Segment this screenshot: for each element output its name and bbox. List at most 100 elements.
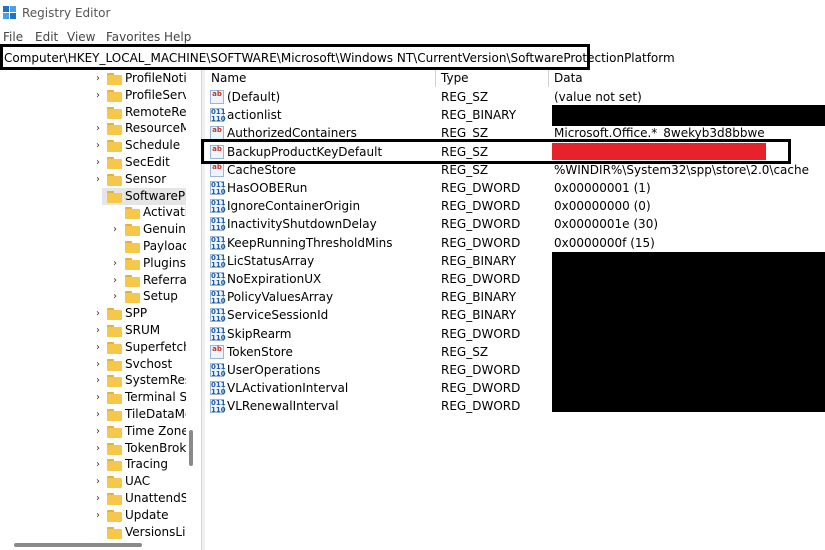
tree-item-label: UAC (125, 474, 151, 489)
binary-value-icon: 011 110 (210, 326, 226, 342)
chevron-right-icon[interactable]: › (93, 139, 103, 152)
tree-item[interactable]: › Genuine (0, 221, 186, 238)
menu-bar: File Edit View Favorites Help (0, 30, 825, 44)
menu-help[interactable]: Help (164, 30, 191, 44)
chevron-right-icon[interactable]: › (93, 307, 103, 320)
tree-item[interactable]: › Svchost (0, 356, 186, 373)
value-type: REG_DWORD (441, 199, 521, 214)
tree-item[interactable]: VersionsList (0, 524, 186, 541)
column-name[interactable]: Name (211, 71, 246, 87)
folder-icon (107, 358, 122, 371)
address-bar[interactable]: Computer\HKEY_LOCAL_MACHINE\SOFTWARE\Mic… (0, 44, 675, 70)
tree-item[interactable]: › Update (0, 507, 186, 524)
tree-item[interactable]: › Sensor (0, 171, 186, 188)
tree-item[interactable]: › UAC (0, 473, 186, 490)
tree-item[interactable]: › ResourceMa (0, 120, 186, 137)
column-data[interactable]: Data (554, 71, 583, 87)
tree-item[interactable]: › ProfileNotif (0, 70, 186, 87)
tree-horizontal-scrollbar[interactable] (14, 543, 142, 547)
tree-item[interactable]: ∨ SoftwarePro (102, 187, 186, 205)
column-divider[interactable] (435, 70, 436, 87)
chevron-right-icon[interactable]: › (110, 290, 120, 303)
redaction-block (552, 252, 825, 412)
binary-value-icon: 011 110 (210, 253, 226, 269)
tree-item-label: Sensor (125, 171, 167, 186)
tree-item[interactable]: › ReferralD (0, 272, 186, 289)
binary-value-icon: 011 110 (210, 199, 226, 215)
tree-item[interactable]: › SystemResto (0, 372, 186, 389)
tree-item[interactable]: › ProfileServic (0, 87, 186, 104)
value-type: REG_DWORD (441, 272, 521, 286)
tree-item[interactable]: › Plugins (0, 255, 186, 272)
tree-item[interactable]: › SPP (0, 305, 186, 322)
menu-view[interactable]: View (67, 30, 95, 44)
folder-icon (107, 409, 122, 421)
chevron-right-icon[interactable]: › (93, 391, 103, 404)
chevron-right-icon[interactable]: › (93, 324, 103, 337)
folder-icon (107, 392, 122, 405)
tree-item[interactable]: RemoteReg (0, 104, 186, 121)
column-divider[interactable] (548, 70, 549, 87)
tree-item[interactable]: › UnattendSe (0, 490, 186, 507)
chevron-right-icon[interactable]: › (93, 173, 103, 186)
chevron-right-icon[interactable]: › (93, 475, 103, 488)
tree-item[interactable]: › Tracing (0, 456, 186, 473)
tree-item[interactable]: › TileDataMo (0, 406, 186, 423)
chevron-right-icon[interactable]: › (110, 274, 120, 287)
value-row[interactable]: ab (Default) REG_SZ (value not set) (205, 88, 825, 106)
chevron-right-icon[interactable]: › (93, 122, 103, 135)
chevron-right-icon[interactable]: › (93, 458, 103, 471)
chevron-right-icon[interactable]: › (93, 72, 103, 85)
value-row[interactable]: 011 110 KeepRunningThresholdMins REG_DWORD… (205, 234, 825, 252)
key-tree[interactable]: › ProfileNotif › ProfileServic RemoteReg › Res… (0, 70, 200, 550)
chevron-right-icon[interactable]: › (93, 492, 103, 505)
value-type: REG_DWORD (441, 363, 521, 377)
chevron-right-icon[interactable]: › (93, 425, 103, 438)
tree-item[interactable]: › Terminal Se (0, 389, 186, 406)
menu-favorites[interactable]: Favorites (106, 30, 160, 44)
tree-item[interactable]: › Superfetch (0, 339, 186, 356)
binary-value-icon: 011 110 (210, 217, 226, 233)
chevron-right-icon[interactable]: › (93, 341, 103, 354)
value-type: REG_DWORD (441, 399, 521, 414)
tree-item[interactable]: › Setup (0, 288, 186, 305)
menu-edit[interactable]: Edit (35, 30, 58, 44)
chevron-down-icon[interactable]: ∨ (102, 190, 103, 203)
chevron-right-icon[interactable]: › (93, 358, 103, 371)
value-name: SkipRearm (227, 326, 292, 341)
tree-item[interactable]: › SRUM (0, 322, 186, 339)
tree-item[interactable]: › SecEdit (0, 154, 186, 171)
chevron-right-icon[interactable]: › (93, 509, 103, 522)
chevron-right-icon[interactable]: › (110, 223, 120, 236)
chevron-right-icon[interactable]: › (93, 374, 103, 387)
tree-scroll-thumb[interactable] (189, 430, 193, 466)
tree-item[interactable]: PayloadO (0, 238, 186, 255)
chevron-right-icon[interactable]: › (93, 156, 103, 169)
value-row[interactable]: 011 110 HasOOBERun REG_DWORD 0x00000001 (1) (205, 179, 825, 197)
chevron-right-icon[interactable]: › (110, 257, 120, 270)
value-row[interactable]: 011 110 IgnoreContainerOrigin REG_DWORD 0x0… (205, 197, 825, 215)
value-name: HasOOBERun (227, 181, 308, 195)
menu-file[interactable]: File (3, 30, 23, 44)
tree-item-label: TokenBroke (125, 440, 186, 455)
folder-icon (107, 123, 122, 136)
tree-item[interactable]: › Schedule (0, 137, 186, 154)
chevron-right-icon[interactable]: › (93, 408, 103, 421)
tree-item[interactable]: › TokenBroke (0, 440, 186, 457)
tree-item-label: Activatio (143, 205, 186, 220)
tree-item[interactable]: › Time Zones (0, 423, 186, 440)
tree-item-label: Genuine (143, 222, 186, 237)
folder-icon (125, 207, 140, 220)
folder-icon (125, 241, 140, 253)
column-type[interactable]: Type (441, 71, 469, 87)
tree-item[interactable]: Activatio (0, 204, 186, 221)
folder-icon (107, 442, 122, 455)
folder-icon (107, 190, 122, 203)
tree-item-label: Tracing (125, 457, 169, 472)
chevron-right-icon[interactable]: › (93, 89, 103, 102)
tree-vertical-scrollbar[interactable] (187, 70, 197, 540)
value-row[interactable]: 011 110 InactivityShutdownDelay REG_DWORD 0… (205, 215, 825, 233)
value-name: CacheStore (227, 162, 297, 177)
chevron-right-icon[interactable]: › (93, 442, 103, 455)
registry-editor-icon (3, 6, 17, 20)
